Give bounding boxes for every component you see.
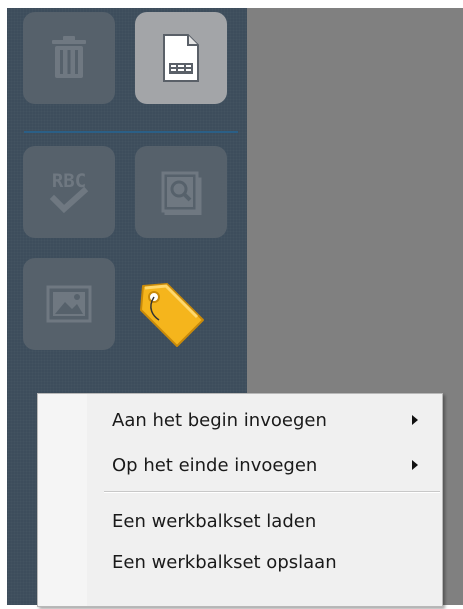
page-button[interactable] bbox=[135, 12, 227, 104]
document-icon bbox=[163, 34, 199, 82]
menu-item-insert-at-end[interactable]: Op het einde invoegen bbox=[38, 447, 442, 483]
tag-icon[interactable] bbox=[137, 280, 209, 352]
toolbar-separator bbox=[24, 131, 238, 133]
menu-item-label: Op het einde invoegen bbox=[112, 454, 318, 476]
spellcheck-icon-text: RBC bbox=[52, 170, 86, 192]
trash-button[interactable] bbox=[23, 12, 115, 104]
trash-icon bbox=[52, 36, 86, 78]
menu-item-label: Een werkbalkset laden bbox=[112, 510, 317, 532]
menu-item-load-toolbar-set[interactable]: Een werkbalkset laden bbox=[38, 503, 442, 539]
magnifier-icon bbox=[161, 171, 202, 215]
image-icon bbox=[46, 285, 92, 323]
spellcheck-icon: RBC bbox=[49, 170, 89, 214]
menu-item-label: Een werkbalkset opslaan bbox=[112, 551, 337, 573]
menu-item-insert-at-beginning[interactable]: Aan het begin invoegen bbox=[38, 402, 442, 438]
find-button[interactable] bbox=[135, 146, 227, 238]
submenu-arrow-icon bbox=[412, 415, 418, 425]
submenu-arrow-icon bbox=[412, 460, 418, 470]
spellcheck-button[interactable]: RBC bbox=[23, 146, 115, 238]
image-button[interactable] bbox=[23, 258, 115, 350]
menu-item-save-toolbar-set[interactable]: Een werkbalkset opslaan bbox=[38, 544, 442, 580]
context-menu: Aan het begin invoegen Op het einde invo… bbox=[37, 393, 443, 607]
menu-item-label: Aan het begin invoegen bbox=[112, 409, 327, 431]
menu-separator bbox=[104, 491, 440, 493]
